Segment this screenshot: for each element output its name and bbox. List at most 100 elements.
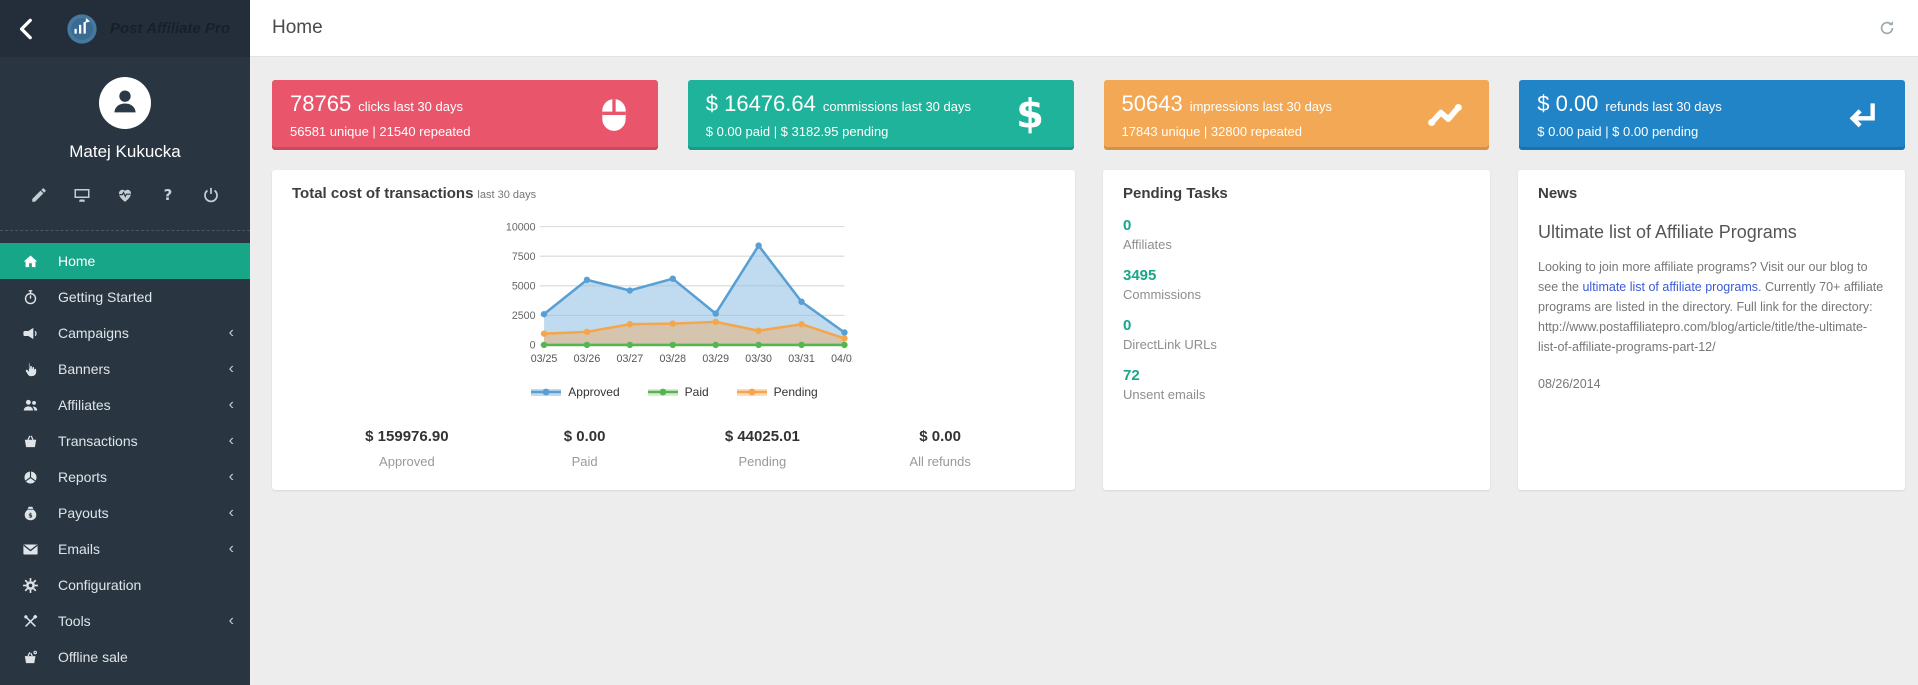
home-icon [20,253,40,270]
sidebar-item-banners[interactable]: Banners ‹ [0,351,250,387]
sidebar-item-campaigns[interactable]: Campaigns‹ [0,315,250,351]
svg-text:03/25: 03/25 [530,353,557,365]
pencil-icon[interactable] [30,186,48,204]
sidebar-item-offline-sale[interactable]: Offline sale [0,639,250,675]
svg-text:03/26: 03/26 [573,353,600,365]
sidebar-item-label: Offline sale [58,649,128,665]
return-arrow-icon [1841,95,1881,135]
svg-text:$: $ [1016,95,1044,135]
top-bar: Home [250,0,1918,57]
chevron-left-icon: ‹ [229,541,234,557]
legend-approved: Approved [529,385,619,399]
sidebar-item-home[interactable]: Home [0,243,250,279]
sidebar-item-tools[interactable]: Tools‹ [0,603,250,639]
chevron-left-icon: ‹ [229,361,234,377]
commissions-label: commissions last 30 days [823,99,971,114]
back-chevron-icon[interactable] [14,16,40,42]
envelope-icon [20,541,40,558]
person-icon [108,84,142,123]
refunds-stat-card: $ 0.00refunds last 30 days $ 0.00 paid |… [1519,80,1905,150]
gear-icon [20,577,40,594]
sidebar-item-transactions[interactable]: Transactions‹ [0,423,250,459]
clicks-stat-card: 78765clicks last 30 days 56581 unique | … [272,80,658,150]
power-icon[interactable] [202,186,220,204]
refunds-label: refunds last 30 days [1605,99,1721,114]
sidebar-item-getting-started[interactable]: Getting Started [0,279,250,315]
sidebar-item-payouts[interactable]: $Payouts‹ [0,495,250,531]
main-content: Home 78765clicks last 30 days 56581 uniq… [250,0,1918,685]
task-label: Unsent emails [1123,387,1470,402]
profile-quick-actions: ? [0,162,250,222]
total-all-refunds-label: All refunds [851,454,1029,469]
svg-text:5000: 5000 [511,281,535,293]
refresh-icon[interactable] [1878,19,1896,37]
chart-line-icon [1425,95,1465,135]
transactions-chart-panel: Total cost of transactionslast 30 days 0… [272,170,1075,490]
task-label: Affiliates [1123,237,1470,252]
news-link[interactable]: ultimate list of affiliate programs [1582,280,1758,294]
chart-title-text: Total cost of transactions [292,185,473,202]
news-article-title: Ultimate list of Affiliate Programs [1538,222,1885,243]
chart-totals-row: $ 159976.90 Approved $ 0.00 Paid $ 44025… [292,428,1055,475]
clicks-label: clicks last 30 days [358,99,463,114]
chart-panel-title: Total cost of transactionslast 30 days [292,185,1055,202]
app-logo-text: Post Affiliate Pro [110,20,230,37]
avatar [99,77,151,129]
total-paid-label: Paid [496,454,674,469]
news-panel: News Ultimate list of Affiliate Programs… [1518,170,1905,490]
question-icon[interactable]: ? [159,186,177,204]
sidebar-item-label: Tools [58,613,91,629]
heartbeat-icon[interactable] [116,186,134,204]
sidebar-item-label: Banners [58,361,110,377]
legend-label: Pending [774,385,818,399]
app-logo-icon[interactable] [66,13,98,45]
svg-text:03/31: 03/31 [788,353,815,365]
pending-task-unsent-emails: 72 Unsent emails [1123,367,1470,402]
task-count: 0 [1123,217,1470,234]
svg-text:03/28: 03/28 [659,353,686,365]
task-label: DirectLink URLs [1123,337,1470,352]
users-icon [20,397,40,414]
sidebar-item-affiliates[interactable]: Affiliates‹ [0,387,250,423]
basket-icon [20,433,40,450]
bullhorn-icon [20,325,40,342]
pending-tasks-list: 0 Affiliates 3495Commissions 0 DirectLink UR… [1123,217,1470,402]
sidebar-item-emails[interactable]: Emails‹ [0,531,250,567]
svg-text:?: ? [164,186,173,204]
pending-task-commissions: 3495Commissions [1123,267,1470,302]
total-paid: $ 0.00 Paid [496,428,674,469]
chevron-left-icon: ‹ [229,433,234,449]
task-count: 72 [1123,367,1470,384]
svg-text:0: 0 [529,340,535,352]
news-title: News [1538,185,1885,202]
sidebar-item-reports[interactable]: Reports‹ [0,459,250,495]
task-label: Commissions [1123,287,1470,302]
refunds-value: $ 0.00 [1537,91,1598,117]
impressions-stat-card: 50643impressions last 30 days 17843 uniq… [1104,80,1490,150]
sidebar-item-configuration[interactable]: Configuration [0,567,250,603]
total-pending-value: $ 44025.01 [674,428,852,445]
sidebar: Post Affiliate Pro Matej Kukucka ? Home G… [0,0,250,685]
user-profile: Matej Kukucka [0,57,250,162]
svg-text:03/30: 03/30 [745,353,772,365]
pending-tasks-panel: Pending Tasks 0Affiliates3495Commissions… [1103,170,1490,490]
svg-text:03/29: 03/29 [702,353,729,365]
pie-chart-icon [20,469,40,486]
dollar-icon: $ [1010,95,1050,135]
sidebar-item-label: Payouts [58,505,109,521]
svg-text:10000: 10000 [505,221,535,233]
svg-text:04/01: 04/01 [831,353,853,365]
legend-label: Paid [685,385,709,399]
monitor-icon[interactable] [73,186,91,204]
chevron-left-icon: ‹ [229,325,234,341]
sidebar-item-label: Configuration [58,577,141,593]
task-count: 0 [1123,317,1470,334]
sidebar-item-label: Getting Started [58,289,152,305]
total-approved: $ 159976.90 Approved [318,428,496,469]
page-title: Home [272,17,323,39]
commissions-sub: $ 0.00 paid | $ 3182.95 pending [706,124,1056,139]
commissions-value: $ 16476.64 [706,91,816,117]
svg-text:03/27: 03/27 [616,353,643,365]
stopwatch-icon [20,289,40,306]
impressions-value: 50643 [1122,91,1183,117]
